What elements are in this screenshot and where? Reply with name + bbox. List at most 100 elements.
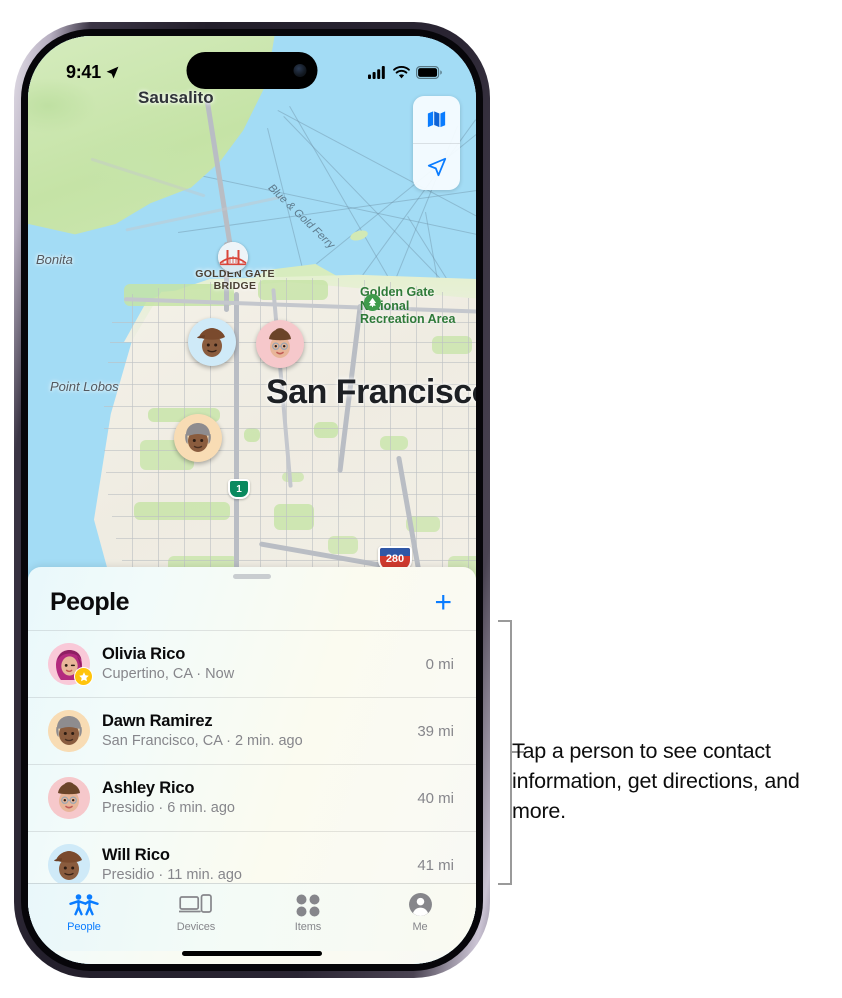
screenshot-canvas: Sausalito Bonita Point Lobos San Francis… bbox=[0, 0, 842, 998]
map-park bbox=[380, 436, 408, 450]
person-text: Olivia Rico Cupertino, CA · Now bbox=[102, 644, 414, 684]
tab-items[interactable]: Items bbox=[252, 891, 364, 933]
person-text: Dawn Ramirez San Francisco, CA · 2 min. … bbox=[102, 711, 405, 751]
status-bar-time-group: 9:41 bbox=[66, 62, 120, 83]
map-park bbox=[258, 280, 328, 300]
tab-label: People bbox=[67, 921, 101, 933]
list-item-olivia-rico[interactable]: Olivia Rico Cupertino, CA · Now 0 mi bbox=[28, 631, 476, 698]
cellular-signal-icon bbox=[368, 65, 385, 79]
memoji-ashley bbox=[48, 777, 90, 819]
map-street bbox=[122, 560, 476, 562]
person-name: Ashley Rico bbox=[102, 779, 195, 797]
person-location-time: Presidio · 11 min. ago bbox=[102, 867, 242, 883]
memoji-dawn bbox=[48, 710, 90, 752]
memoji-will bbox=[48, 844, 90, 883]
sheet-header: People + bbox=[28, 579, 476, 631]
map-park bbox=[314, 422, 338, 438]
list-item-will-rico[interactable]: Will Rico Presidio · 11 min. ago 41 mi bbox=[28, 832, 476, 883]
annotation-callout-text: Tap a person to see contact information,… bbox=[512, 739, 800, 823]
avatar bbox=[48, 710, 90, 752]
locate-me-button[interactable] bbox=[413, 143, 460, 190]
map-pin-dawn[interactable] bbox=[174, 414, 222, 462]
people-icon bbox=[69, 891, 99, 918]
person-name: Olivia Rico bbox=[102, 645, 186, 663]
bracket-top-arm bbox=[498, 620, 512, 622]
front-camera-lens bbox=[293, 64, 307, 77]
map-controls bbox=[413, 96, 460, 190]
person-text: Ashley Rico Presidio · 6 min. ago bbox=[102, 778, 405, 818]
person-name: Dawn Ramirez bbox=[102, 712, 213, 730]
add-person-button[interactable]: + bbox=[432, 587, 454, 617]
map-street bbox=[104, 450, 476, 452]
tab-people[interactable]: People bbox=[28, 891, 140, 933]
status-bar-indicators bbox=[368, 65, 442, 79]
home-indicator[interactable] bbox=[182, 951, 322, 956]
devices-icon bbox=[179, 891, 213, 918]
map-street bbox=[468, 298, 470, 612]
avatar-wrapper bbox=[48, 777, 90, 819]
star-icon bbox=[78, 671, 89, 681]
avatar bbox=[48, 844, 90, 883]
person-circle-icon bbox=[408, 891, 433, 918]
highway-1-shield: 1 bbox=[228, 479, 250, 499]
tab-label: Devices bbox=[176, 921, 216, 933]
tab-bar: People Devices Items Me bbox=[28, 883, 476, 951]
memoji-dawn bbox=[177, 417, 219, 459]
folded-map-icon bbox=[427, 111, 446, 128]
map-street bbox=[132, 294, 134, 612]
map-street bbox=[108, 494, 476, 496]
list-item-dawn-ramirez[interactable]: Dawn Ramirez San Francisco, CA · 2 min. … bbox=[28, 698, 476, 765]
list-item-ashley-rico[interactable]: Ashley Rico Presidio · 6 min. ago 40 mi bbox=[28, 765, 476, 832]
person-location-time: Presidio · 6 min. ago bbox=[102, 800, 235, 816]
people-sheet: People + Olivia Rico Cupertino, CA · Now… bbox=[28, 567, 476, 964]
map-street bbox=[312, 278, 314, 612]
tab-devices[interactable]: Devices bbox=[140, 891, 252, 933]
map-street bbox=[442, 292, 444, 612]
person-distance: 39 mi bbox=[417, 722, 454, 740]
map-pin-ashley[interactable] bbox=[256, 320, 304, 368]
people-list: Olivia Rico Cupertino, CA · Now 0 mi Daw… bbox=[28, 631, 476, 883]
battery-icon bbox=[416, 65, 442, 79]
map-street bbox=[104, 406, 476, 408]
iphone-frame: Sausalito Bonita Point Lobos San Francis… bbox=[14, 22, 490, 978]
location-arrow-icon bbox=[106, 66, 119, 78]
map-park bbox=[244, 428, 260, 442]
person-distance: 40 mi bbox=[417, 789, 454, 807]
interstate-280-label: 280 bbox=[385, 553, 405, 565]
status-bar-time: 9:41 bbox=[66, 61, 101, 82]
map-pin-will[interactable] bbox=[188, 318, 236, 366]
phone-screen: Sausalito Bonita Point Lobos San Francis… bbox=[28, 36, 476, 964]
map-street bbox=[116, 538, 476, 540]
person-location-time: San Francisco, CA · 2 min. ago bbox=[102, 733, 303, 749]
tab-label: Me bbox=[412, 921, 428, 933]
avatar-wrapper bbox=[48, 643, 93, 686]
map-type-button[interactable] bbox=[413, 96, 460, 143]
person-distance: 41 mi bbox=[417, 856, 454, 874]
person-location-time: Cupertino, CA · Now bbox=[102, 666, 235, 682]
map-street bbox=[104, 428, 476, 430]
person-text: Will Rico Presidio · 11 min. ago bbox=[102, 845, 405, 883]
map-street bbox=[112, 516, 476, 518]
map-street bbox=[158, 288, 160, 612]
dynamic-island bbox=[186, 52, 318, 89]
wifi-icon bbox=[393, 65, 410, 78]
tab-me[interactable]: Me bbox=[364, 891, 476, 933]
page-title: People bbox=[50, 588, 129, 616]
map-park bbox=[432, 336, 472, 354]
map-street bbox=[338, 278, 340, 612]
person-name: Will Rico bbox=[102, 846, 170, 864]
map-street bbox=[106, 384, 476, 386]
phone-bezel: Sausalito Bonita Point Lobos San Francis… bbox=[21, 29, 483, 971]
bracket-bottom-arm bbox=[498, 883, 512, 885]
memoji-ashley bbox=[259, 323, 301, 365]
me-star-badge bbox=[74, 667, 93, 686]
memoji-will bbox=[191, 321, 233, 363]
park-tree-icon bbox=[364, 294, 381, 311]
avatar-wrapper bbox=[48, 844, 90, 883]
tab-label: Items bbox=[294, 921, 322, 933]
location-arrow-icon bbox=[427, 157, 446, 177]
avatar bbox=[48, 777, 90, 819]
avatar-wrapper bbox=[48, 710, 90, 752]
golden-gate-bridge-poi-pin[interactable] bbox=[218, 242, 248, 272]
items-icon bbox=[295, 891, 321, 918]
